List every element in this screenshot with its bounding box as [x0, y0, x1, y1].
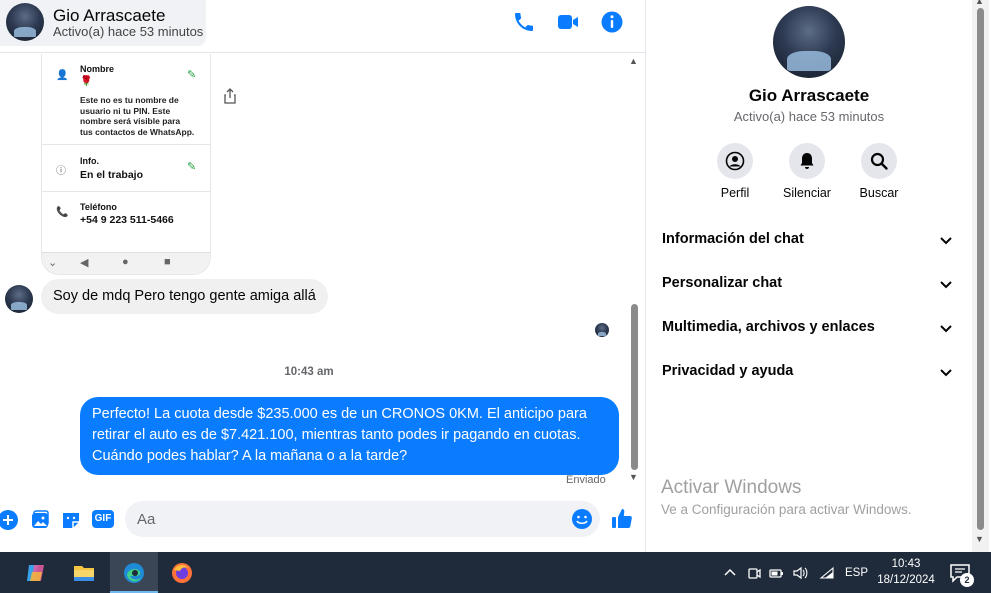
mute-button[interactable]: Silenciar [772, 143, 842, 200]
ps-phone-row: 📞 Teléfono +54 9 223 511-5466 [42, 201, 210, 231]
gif-icon[interactable]: GIF [92, 510, 114, 528]
clock-time: 10:43 [891, 558, 921, 570]
person-icon: 👤 [56, 70, 69, 81]
emoji-icon[interactable] [571, 508, 593, 530]
message-composer: GIF [0, 495, 645, 545]
copilot-icon[interactable] [12, 552, 60, 593]
profile-status: Activo(a) hace 53 minutos [733, 109, 885, 124]
home-icon: ● [122, 256, 129, 268]
contact-status: Activo(a) hace 53 minutos [53, 24, 204, 39]
sticker-icon[interactable] [60, 509, 82, 531]
divider [42, 191, 210, 192]
message-input[interactable] [125, 501, 600, 537]
edge-icon[interactable] [110, 552, 158, 593]
sent-status: Enviado [566, 474, 606, 486]
scroll-thumb[interactable] [631, 304, 638, 470]
pencil-icon: ✎ [187, 69, 197, 81]
scroll-up-arrow-icon[interactable]: ▲ [629, 56, 638, 66]
chevron-down-icon [940, 237, 952, 245]
section-chat-info[interactable]: Información del chat [654, 220, 960, 260]
plus-icon[interactable] [0, 509, 19, 531]
ps-info-label: Info. [80, 156, 99, 166]
info-circle-icon: ⓘ [56, 166, 66, 177]
message-list[interactable]: 👤 Nombre ✎ 🌹 Este no es tu nombre de usu… [0, 54, 628, 494]
phone-call-icon[interactable] [512, 10, 536, 34]
notification-badge: 2 [960, 573, 974, 587]
message-timestamp: 10:43 am [284, 366, 334, 378]
video-call-icon[interactable] [556, 10, 580, 34]
panel-scrollbar[interactable]: ▲ ▼ [972, 0, 989, 552]
android-nav-bar: ⌄ ◀ ● ■ [42, 252, 210, 274]
share-icon[interactable] [222, 88, 238, 104]
section-title: Multimedia, archivos y enlaces [662, 319, 875, 335]
search-icon [861, 143, 897, 179]
phone-icon: 📞 [56, 207, 69, 218]
section-title: Privacidad y ayuda [662, 363, 794, 379]
wifi-icon[interactable] [819, 552, 835, 593]
divider [42, 144, 210, 145]
messages-scrollbar[interactable]: ▲ ▼ [628, 54, 641, 490]
section-title: Personalizar chat [662, 275, 783, 291]
back-icon: ◀ [80, 257, 89, 269]
firefox-icon[interactable] [158, 552, 206, 593]
thumbs-up-icon[interactable] [610, 507, 634, 531]
meet-now-icon[interactable] [746, 552, 762, 593]
system-clock[interactable]: 10:43 18/12/2024 [872, 556, 940, 588]
scroll-down-arrow-icon[interactable]: ▼ [629, 472, 638, 482]
ps-phone-label: Teléfono [80, 202, 117, 212]
conversation-details-panel: Gio Arrascaete Activo(a) hace 53 minutos… [646, 0, 972, 552]
pencil-icon: ✎ [187, 161, 197, 173]
bell-icon [789, 143, 825, 179]
chevron-down-icon [940, 281, 952, 289]
section-media-files-links[interactable]: Multimedia, archivos y enlaces [654, 308, 960, 348]
ps-info-row: ⓘ Info. ✎ En el trabajo [42, 154, 210, 184]
ps-phone-value: +54 9 223 511-5466 [80, 214, 174, 226]
profile-avatar[interactable] [773, 6, 845, 78]
activation-watermark-title: Activar Windows [661, 477, 802, 498]
shared-image-attachment[interactable]: 👤 Nombre ✎ 🌹 Este no es tu nombre de usu… [41, 54, 211, 275]
clock-date: 18/12/2024 [877, 574, 935, 586]
incoming-message-bubble[interactable]: Soy de mdq Pero tengo gente amiga allá [41, 279, 328, 314]
section-title: Información del chat [662, 231, 804, 247]
windows-taskbar: ESP 10:43 18/12/2024 2 [0, 552, 991, 593]
contact-avatar[interactable] [6, 3, 44, 41]
ps-name-label: Nombre [80, 64, 115, 74]
scroll-down-arrow-icon[interactable]: ▼ [975, 534, 984, 544]
photo-icon[interactable] [29, 509, 51, 531]
profile-label: Perfil [720, 186, 750, 200]
contact-info-button[interactable]: Gio Arrascaete Activo(a) hace 53 minutos [0, 0, 206, 46]
search-button[interactable]: Buscar [844, 143, 914, 200]
profile-button[interactable]: Perfil [700, 143, 770, 200]
ps-name-row: 👤 Nombre ✎ 🌹 Este no es tu nombre de usu… [42, 62, 210, 142]
mute-label: Silenciar [783, 186, 831, 200]
file-explorer-icon[interactable] [60, 552, 108, 593]
chevron-down-icon [940, 369, 952, 377]
scroll-up-arrow-icon[interactable]: ▲ [975, 0, 984, 6]
outgoing-message-bubble[interactable]: Perfecto! La cuota desde $235.000 es de … [80, 397, 619, 475]
section-privacy-help[interactable]: Privacidad y ayuda [654, 352, 960, 392]
section-customize-chat[interactable]: Personalizar chat [654, 264, 960, 304]
scroll-thumb[interactable] [977, 8, 984, 530]
recents-icon: ■ [164, 256, 171, 268]
language-indicator[interactable]: ESP [845, 552, 868, 593]
info-icon[interactable] [600, 10, 624, 34]
volume-icon[interactable] [792, 552, 808, 593]
chevron-down-icon: ⌄ [48, 257, 58, 269]
ps-name-emoji: 🌹 [80, 76, 93, 87]
ps-name-description: Este no es tu nombre de usuario ni tu PI… [80, 95, 195, 137]
seen-indicator-avatar [595, 323, 609, 337]
activation-watermark-subtitle: Ve a Configuración para activar Windows. [661, 502, 912, 517]
profile-name: Gio Arrascaete [748, 86, 870, 105]
show-hidden-icons-chevron-icon[interactable] [722, 552, 738, 593]
contact-name[interactable]: Gio Arrascaete [53, 6, 165, 26]
chat-header: Gio Arrascaete Activo(a) hace 53 minutos [0, 0, 645, 53]
chevron-down-icon [940, 325, 952, 333]
battery-icon[interactable] [768, 552, 784, 593]
search-label: Buscar [859, 186, 899, 200]
sender-avatar[interactable] [5, 285, 33, 313]
messenger-app: Gio Arrascaete Activo(a) hace 53 minutos… [0, 0, 991, 552]
profile-icon [717, 143, 753, 179]
ps-info-value: En el trabajo [80, 169, 144, 181]
